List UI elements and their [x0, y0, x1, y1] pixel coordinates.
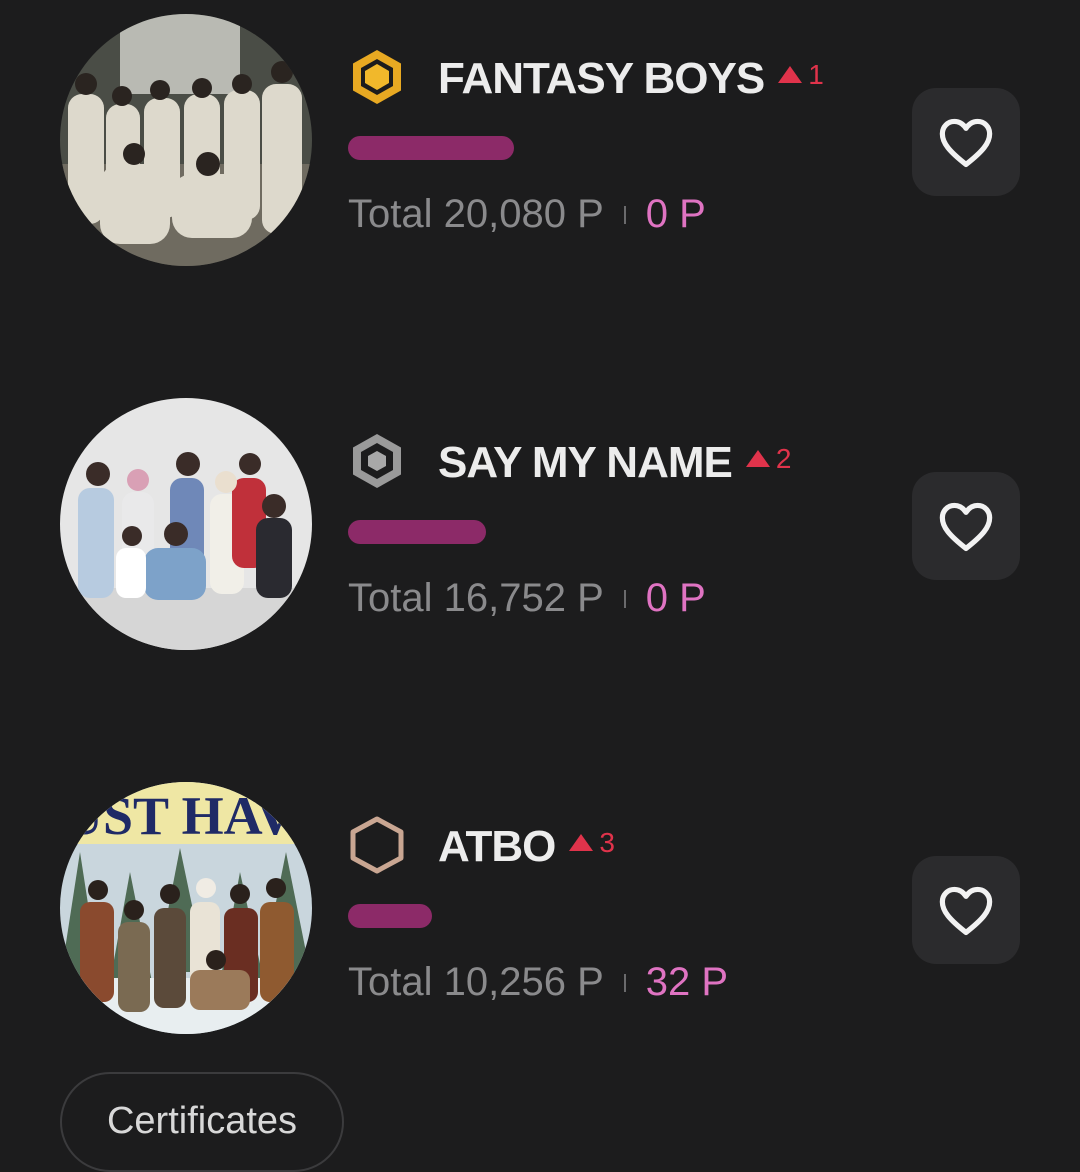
rank-up-indicator: 2: [745, 442, 792, 475]
heart-icon: [939, 118, 993, 168]
ranking-entry-2[interactable]: SAY MY NAME 2 Total 16,752 P 0 P: [0, 398, 1080, 658]
rank-up-arrow-icon: [778, 66, 803, 83]
total-points: Total 10,256 P: [348, 960, 604, 1004]
rank-up-indicator: 3: [569, 827, 615, 859]
total-points: Total 16,752 P: [348, 576, 604, 620]
poster-title-text: UST HAVE: [64, 786, 312, 846]
favorite-button[interactable]: [912, 856, 1020, 964]
vote-progress-bar: [348, 904, 432, 928]
total-points: Total 20,080 P: [348, 192, 604, 236]
group-photo-avatar: [60, 398, 312, 650]
my-points: 0 P: [645, 192, 706, 236]
ranking-entry-1[interactable]: FANTASY BOYS 1 Total 20,080 P 0 P: [0, 14, 1080, 274]
rank-number: 2: [775, 442, 792, 474]
my-points: 32 P: [645, 960, 729, 1004]
group-photo-avatar: [60, 14, 312, 266]
rank-number: 3: [599, 826, 615, 858]
group-name: ATBO: [438, 822, 556, 871]
vote-progress-bar: [348, 520, 486, 544]
rank-up-arrow-icon: [569, 834, 594, 851]
certificates-button[interactable]: Certificates: [60, 1072, 344, 1172]
my-points: 0 P: [645, 576, 706, 620]
group-name: SAY MY NAME: [438, 438, 733, 487]
group-name: FANTASY BOYS: [438, 54, 765, 103]
divider: [623, 973, 626, 992]
bronze-hexagon-medal-icon: [348, 816, 406, 874]
silver-hexagon-medal-icon: [348, 432, 406, 490]
favorite-button[interactable]: [912, 472, 1020, 580]
rank-up-indicator: 1: [778, 59, 824, 91]
ranking-entry-3[interactable]: UST HAVE ATBO 3 Total 10,256 P 32 P: [0, 782, 1080, 1042]
favorite-button[interactable]: [912, 88, 1020, 196]
gold-hexagon-medal-icon: [348, 48, 406, 106]
rank-up-arrow-icon: [745, 450, 770, 467]
rank-number: 1: [808, 58, 824, 90]
divider: [623, 589, 626, 608]
divider: [623, 205, 626, 224]
heart-icon: [939, 886, 993, 936]
certificates-label: Certificates: [106, 1100, 298, 1142]
heart-icon: [939, 502, 993, 552]
group-photo-avatar: UST HAVE: [60, 782, 312, 1034]
vote-progress-bar: [348, 136, 514, 160]
